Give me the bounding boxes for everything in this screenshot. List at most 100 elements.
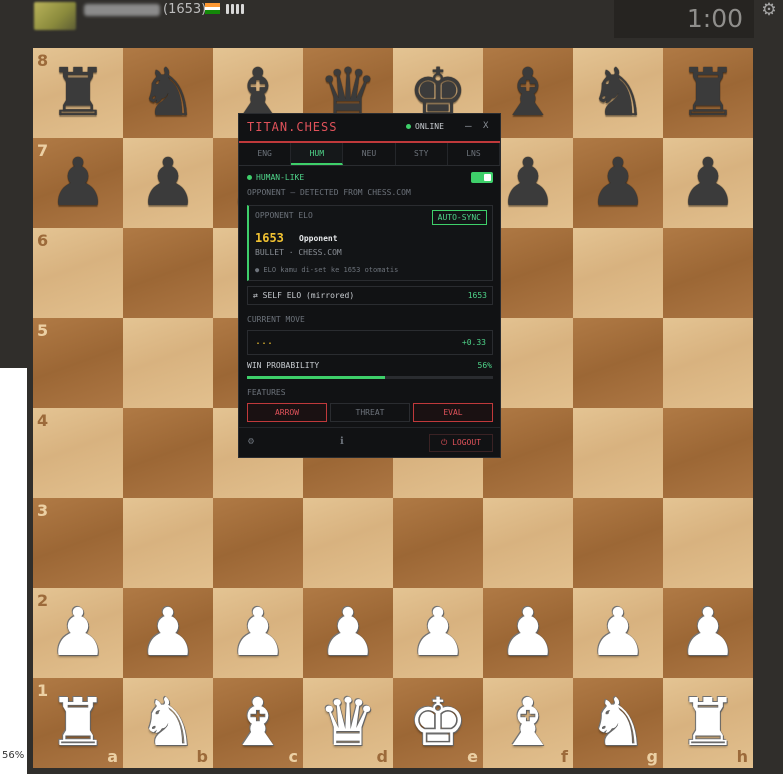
tab-sty[interactable]: STY [396, 143, 448, 165]
status-text: ONLINE [415, 122, 444, 131]
square-g3[interactable] [573, 498, 663, 588]
human-like-toggle[interactable] [471, 172, 493, 183]
black-pawn-icon[interactable]: ♟ [573, 138, 663, 228]
square-g7[interactable]: ♟ [573, 138, 663, 228]
square-g6[interactable] [573, 228, 663, 318]
status-indicator: ONLINE [406, 122, 444, 131]
win-probability-fill [247, 376, 385, 379]
black-pawn-icon[interactable]: ♟ [663, 138, 753, 228]
square-e1[interactable]: e ♚ [393, 678, 483, 768]
square-h8[interactable]: ♜ [663, 48, 753, 138]
square-b3[interactable] [123, 498, 213, 588]
black-rook-icon[interactable]: ♜ [33, 48, 123, 138]
opponent-elo-box: OPPONENT ELO AUTO-SYNC 1653 Opponent BUL… [247, 205, 493, 281]
square-b6[interactable] [123, 228, 213, 318]
square-b8[interactable]: ♞ [123, 48, 213, 138]
white-knight-icon[interactable]: ♞ [123, 678, 213, 768]
black-pawn-icon[interactable]: ♟ [33, 138, 123, 228]
gear-icon[interactable]: ⚙ [758, 0, 780, 22]
square-e2[interactable]: ♟ [393, 588, 483, 678]
rank-label: 6 [37, 231, 49, 250]
logout-button[interactable]: ⏻ LOGOUT [429, 434, 493, 452]
tab-lns[interactable]: LNS [448, 143, 501, 165]
opponent-elo-value: 1653 [255, 231, 284, 245]
white-pawn-icon[interactable]: ♟ [123, 588, 213, 678]
square-h6[interactable] [663, 228, 753, 318]
square-h3[interactable] [663, 498, 753, 588]
tab-neu[interactable]: NEU [343, 143, 396, 165]
square-g4[interactable] [573, 408, 663, 498]
white-bishop-icon[interactable]: ♝ [483, 678, 573, 768]
opponent-avatar[interactable] [34, 2, 76, 30]
white-rook-icon[interactable]: ♜ [663, 678, 753, 768]
white-pawn-icon[interactable]: ♟ [573, 588, 663, 678]
panel-header[interactable]: TITAN.CHESS ONLINE — X [239, 114, 500, 143]
white-pawn-icon[interactable]: ♟ [393, 588, 483, 678]
black-knight-icon[interactable]: ♞ [123, 48, 213, 138]
square-b7[interactable]: ♟ [123, 138, 213, 228]
square-g2[interactable]: ♟ [573, 588, 663, 678]
white-king-icon[interactable]: ♚ [393, 678, 483, 768]
info-icon[interactable]: ℹ [340, 436, 344, 447]
square-a4[interactable]: 4 [33, 408, 123, 498]
white-rook-icon[interactable]: ♜ [33, 678, 123, 768]
feature-eval-button[interactable]: EVAL [413, 403, 493, 422]
self-elo-row[interactable]: ⇄ SELF ELO (mirrored) 1653 [247, 286, 493, 305]
square-b5[interactable] [123, 318, 213, 408]
square-g5[interactable] [573, 318, 663, 408]
white-pawn-icon[interactable]: ♟ [663, 588, 753, 678]
white-pawn-icon[interactable]: ♟ [33, 588, 123, 678]
flag-stripe-bottom [205, 10, 220, 14]
square-a7[interactable]: 7 ♟ [33, 138, 123, 228]
feature-threat-button[interactable]: THREAT [330, 403, 410, 422]
mode-row: HUMAN-LIKE [247, 172, 493, 184]
square-b4[interactable] [123, 408, 213, 498]
tab-hum[interactable]: HUM [291, 143, 344, 165]
square-d3[interactable] [303, 498, 393, 588]
square-a5[interactable]: 5 [33, 318, 123, 408]
square-h2[interactable]: ♟ [663, 588, 753, 678]
minimize-button[interactable]: — [465, 119, 472, 132]
panel-title: TITAN.CHESS [247, 120, 338, 134]
black-knight-icon[interactable]: ♞ [573, 48, 663, 138]
tab-eng[interactable]: ENG [239, 143, 292, 165]
features-label: FEATURES [247, 388, 286, 397]
white-knight-icon[interactable]: ♞ [573, 678, 663, 768]
white-bishop-icon[interactable]: ♝ [213, 678, 303, 768]
square-c3[interactable] [213, 498, 303, 588]
feature-arrow-button[interactable]: ARROW [247, 403, 327, 422]
square-f3[interactable] [483, 498, 573, 588]
square-h7[interactable]: ♟ [663, 138, 753, 228]
square-h5[interactable] [663, 318, 753, 408]
square-a1[interactable]: 1 a ♜ [33, 678, 123, 768]
square-c1[interactable]: c ♝ [213, 678, 303, 768]
square-f2[interactable]: ♟ [483, 588, 573, 678]
square-a8[interactable]: 8 ♜ [33, 48, 123, 138]
white-pawn-icon[interactable]: ♟ [303, 588, 393, 678]
square-e3[interactable] [393, 498, 483, 588]
square-b2[interactable]: ♟ [123, 588, 213, 678]
black-pawn-icon[interactable]: ♟ [123, 138, 213, 228]
square-f1[interactable]: f ♝ [483, 678, 573, 768]
square-a6[interactable]: 6 [33, 228, 123, 318]
opponent-name: Opponent [299, 234, 338, 243]
close-button[interactable]: X [483, 121, 488, 131]
square-c2[interactable]: ♟ [213, 588, 303, 678]
square-a3[interactable]: 3 [33, 498, 123, 588]
settings-gear-icon[interactable]: ⚙ [248, 436, 254, 447]
square-h1[interactable]: h ♜ [663, 678, 753, 768]
square-b1[interactable]: b ♞ [123, 678, 213, 768]
white-pawn-icon[interactable]: ♟ [213, 588, 303, 678]
square-g1[interactable]: g ♞ [573, 678, 663, 768]
square-a2[interactable]: 2 ♟ [33, 588, 123, 678]
rank-label: 4 [37, 411, 49, 430]
black-rook-icon[interactable]: ♜ [663, 48, 753, 138]
square-d1[interactable]: d ♛ [303, 678, 393, 768]
auto-sync-button[interactable]: AUTO-SYNC [431, 210, 487, 225]
titan-chess-panel: TITAN.CHESS ONLINE — X ENG HUM NEU STY LNS H… [238, 113, 501, 458]
square-d2[interactable]: ♟ [303, 588, 393, 678]
square-g8[interactable]: ♞ [573, 48, 663, 138]
white-queen-icon[interactable]: ♛ [303, 678, 393, 768]
white-pawn-icon[interactable]: ♟ [483, 588, 573, 678]
square-h4[interactable] [663, 408, 753, 498]
